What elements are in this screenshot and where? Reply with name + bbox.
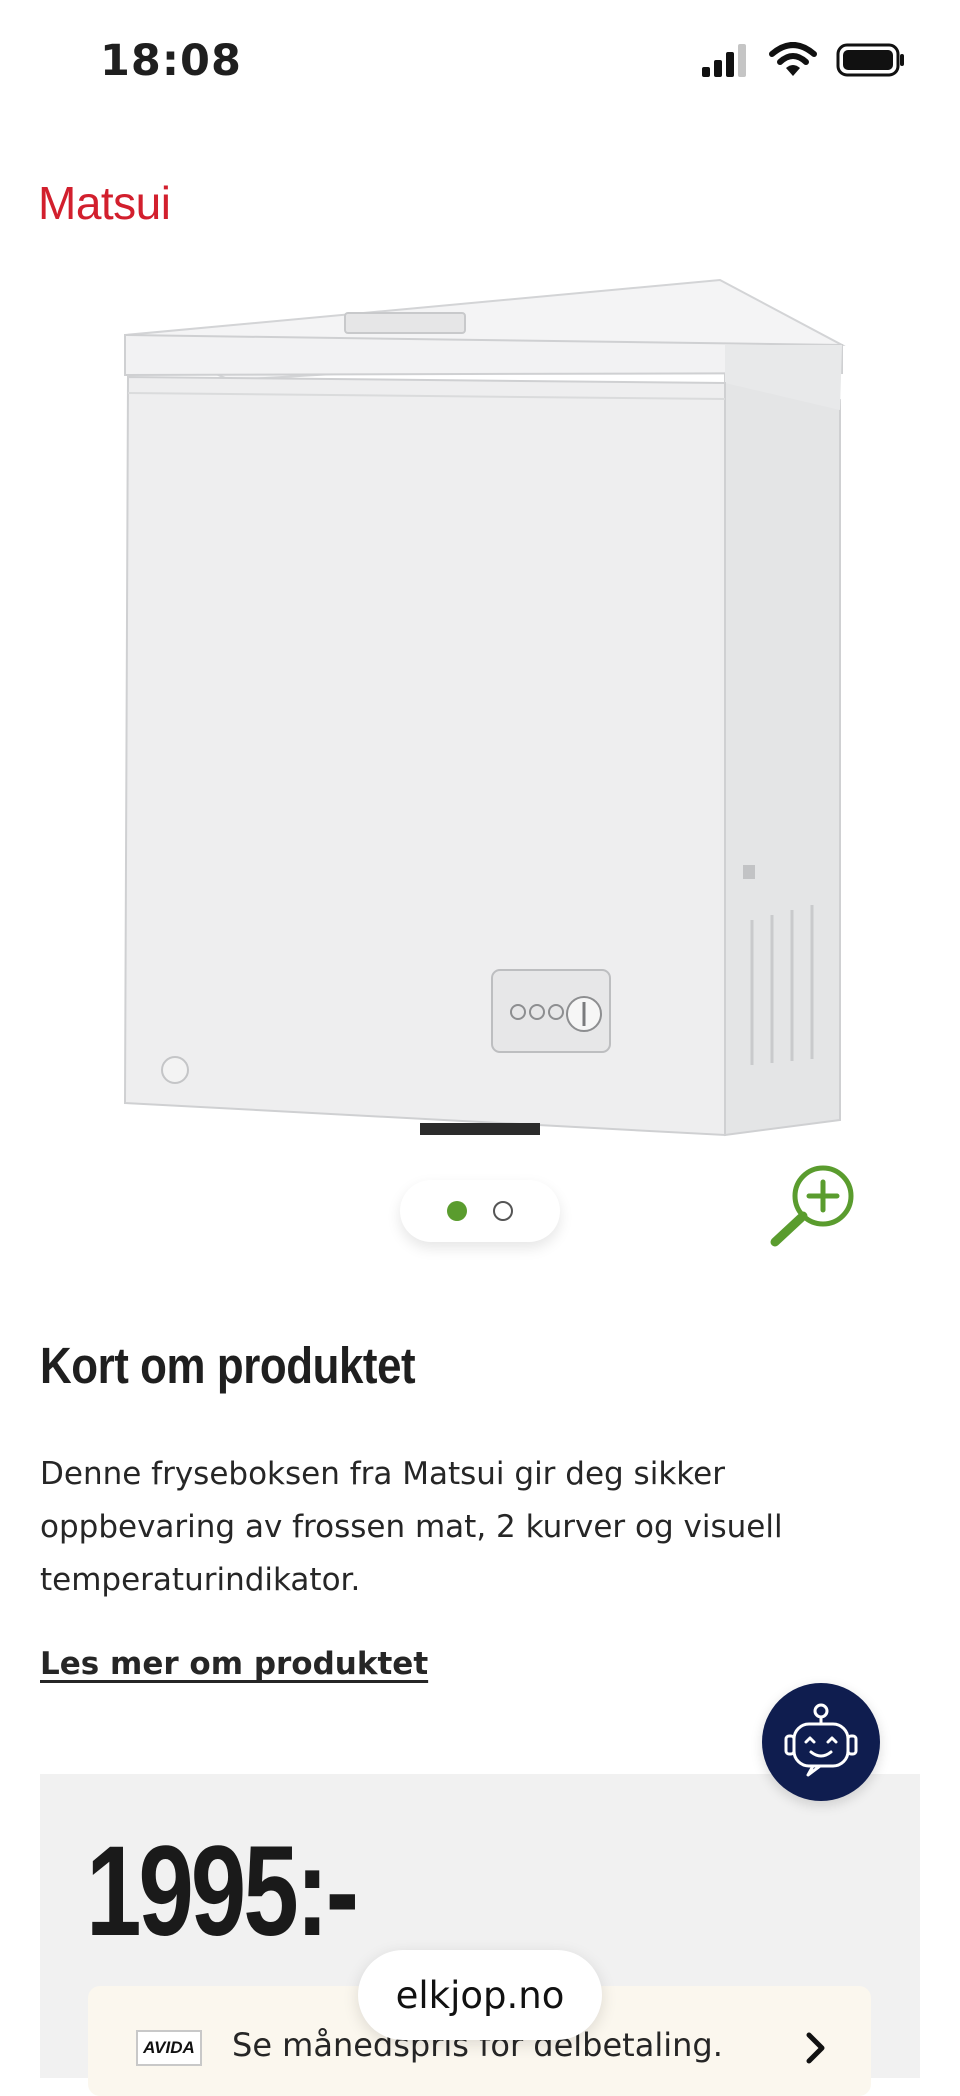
chat-assistant-button[interactable] [762, 1683, 880, 1801]
carousel-dot-1[interactable] [447, 1201, 467, 1221]
cellular-signal-icon [702, 44, 746, 77]
zoom-in-icon[interactable] [765, 1160, 861, 1252]
carousel-dot-2[interactable] [493, 1201, 513, 1221]
product-image[interactable] [100, 265, 860, 1150]
section-heading: Kort om produktet [40, 1337, 416, 1394]
status-bar: 18:08 [0, 0, 960, 125]
browser-url-bar[interactable]: elkjop.no [358, 1950, 602, 2040]
carousel-indicator [400, 1180, 560, 1242]
status-icons [700, 42, 906, 78]
wifi-icon [769, 42, 817, 76]
price-value: 1995:- [86, 1820, 359, 1963]
battery-icon [836, 43, 904, 77]
avida-logo: AVIDA [136, 2030, 202, 2066]
brand-logo[interactable]: Matsui [38, 176, 171, 230]
chat-robot-icon [784, 1703, 858, 1777]
product-description: Denne fryseboksen fra Matsui gir deg sik… [40, 1456, 783, 1598]
status-time: 18:08 [100, 36, 242, 86]
chevron-right-icon [806, 2032, 825, 2064]
read-more-link[interactable]: Les mer om produktet [40, 1646, 428, 1682]
